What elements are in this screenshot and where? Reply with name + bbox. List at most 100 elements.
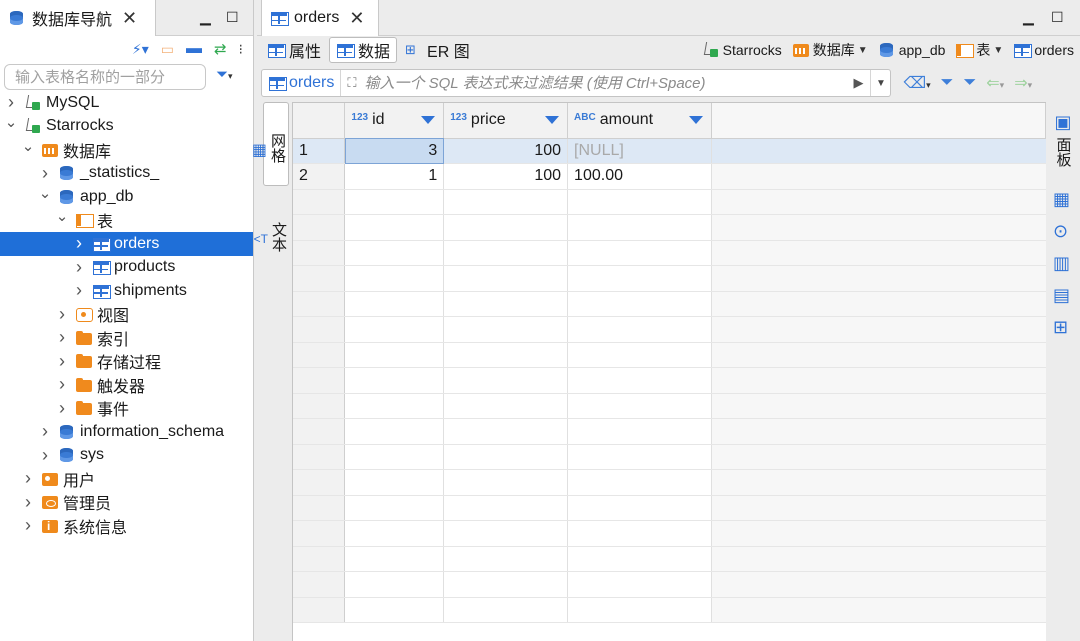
row-number[interactable]: 2: [293, 163, 346, 190]
row-number[interactable]: [293, 265, 346, 292]
row-number[interactable]: [293, 240, 346, 266]
chevron-right-icon[interactable]: ›: [4, 92, 18, 113]
tree-item-[interactable]: ⌄ 数据库: [0, 138, 253, 162]
cell-amount[interactable]: 100.00: [567, 163, 712, 190]
filter-history-dropdown[interactable]: ▼: [870, 70, 890, 96]
tree-item-[interactable]: › 索引: [0, 326, 253, 350]
table-row[interactable]: 1 3 100 [NULL]: [293, 138, 1046, 164]
row-number[interactable]: [293, 214, 346, 241]
row-number[interactable]: [293, 367, 346, 394]
sort-icon[interactable]: [421, 116, 436, 124]
chevron-right-icon[interactable]: ›: [55, 351, 69, 372]
chevron-down-icon[interactable]: ⌄: [21, 137, 35, 155]
tree-item-products[interactable]: › products: [0, 256, 253, 280]
tree-item-[interactable]: › 系统信息: [0, 514, 253, 538]
row-number[interactable]: [293, 546, 346, 572]
tree-item-information_schema[interactable]: › information_schema: [0, 420, 253, 444]
filter-options-icon[interactable]: ⏷▾: [216, 66, 250, 88]
row-number[interactable]: [293, 189, 346, 215]
tree-item-[interactable]: › 存储过程: [0, 350, 253, 374]
close-icon[interactable]: ✕: [349, 8, 364, 29]
expand-icon[interactable]: ⛶: [341, 75, 358, 91]
chevron-right-icon[interactable]: ›: [72, 280, 86, 301]
new-connection-icon[interactable]: ⚡▾: [132, 41, 149, 58]
tree-item-[interactable]: › 触发器: [0, 373, 253, 397]
subtab-properties[interactable]: 属性: [261, 37, 327, 63]
chevron-right-icon[interactable]: ›: [38, 163, 52, 184]
minimize-icon[interactable]: ▁: [1023, 9, 1034, 26]
column-header-price[interactable]: 123 price: [443, 103, 569, 139]
sort-icon[interactable]: [545, 116, 560, 124]
column-header-amount[interactable]: ABC amount: [567, 103, 712, 139]
link-editor-icon[interactable]: ⇄: [214, 40, 227, 58]
row-number[interactable]: 1: [293, 138, 346, 164]
row-number[interactable]: [293, 418, 346, 445]
tree-item-[interactable]: › 视图: [0, 303, 253, 327]
back-icon[interactable]: ⇐▾: [986, 73, 1004, 93]
row-number[interactable]: [293, 469, 346, 496]
tree-item-shipments[interactable]: › shipments: [0, 279, 253, 303]
chevron-down-icon[interactable]: ⌄: [55, 207, 69, 225]
grid-corner[interactable]: [293, 103, 346, 139]
collapse-all-icon[interactable]: ▬: [186, 40, 202, 58]
tree-item-[interactable]: › 用户: [0, 467, 253, 491]
calculator-icon[interactable]: ⊙: [1053, 221, 1073, 241]
row-number[interactable]: [293, 393, 346, 419]
subtab-data[interactable]: 数据: [329, 37, 398, 63]
new-folder-icon[interactable]: ▭: [161, 41, 174, 58]
minimize-icon[interactable]: ▁: [200, 9, 211, 26]
row-number[interactable]: [293, 444, 346, 470]
chevron-right-icon[interactable]: ›: [72, 233, 86, 254]
eraser-icon[interactable]: ⌫▾: [903, 73, 930, 93]
chevron-down-icon[interactable]: ⌄: [4, 113, 18, 131]
tree-item-orders[interactable]: › orders: [0, 232, 253, 256]
chevron-right-icon[interactable]: ›: [55, 304, 69, 325]
editor-tab-orders[interactable]: orders ✕: [261, 0, 379, 36]
breadcrumb-table[interactable]: orders: [1007, 42, 1074, 58]
chevron-right-icon[interactable]: ›: [55, 374, 69, 395]
record-icon[interactable]: ▤: [1053, 285, 1073, 305]
breadcrumb-tables[interactable]: 表 ▼: [949, 40, 1003, 60]
chevron-right-icon[interactable]: ›: [55, 398, 69, 419]
sort-icon[interactable]: [688, 116, 703, 124]
view-tab-text[interactable]: 文本 <T: [254, 200, 289, 270]
column-icon[interactable]: ▥: [1053, 253, 1073, 273]
maximize-icon[interactable]: ☐: [1051, 9, 1064, 26]
row-number[interactable]: [293, 520, 346, 547]
chevron-right-icon[interactable]: ›: [21, 468, 35, 489]
view-tab-grid[interactable]: 网格 ▦: [252, 102, 289, 186]
grouping-icon[interactable]: ⊞: [1053, 317, 1073, 337]
chevron-right-icon[interactable]: ›: [21, 492, 35, 513]
filter-settings-icon[interactable]: ⏷: [941, 74, 954, 92]
maximize-icon[interactable]: ☐: [226, 9, 239, 26]
row-number[interactable]: [293, 316, 346, 343]
chevron-down-icon[interactable]: ▼: [858, 45, 868, 56]
tree-item-_statistics_[interactable]: › _statistics_: [0, 162, 253, 186]
cell-id[interactable]: 3: [344, 138, 445, 164]
results-grid[interactable]: 123 id 123 price ABC amount 1 3 100 [NULL] 2 1 100 1…: [292, 102, 1046, 641]
chevron-right-icon[interactable]: ›: [55, 327, 69, 348]
panels-toggle[interactable]: ▣ 面板: [1053, 112, 1074, 167]
chevron-right-icon[interactable]: ›: [38, 421, 52, 442]
chevron-right-icon[interactable]: ›: [38, 445, 52, 466]
tree-item-MySQL[interactable]: › MySQL: [0, 91, 253, 115]
breadcrumb-connection[interactable]: Starrocks: [696, 42, 782, 58]
chevron-down-icon[interactable]: ▼: [993, 45, 1003, 56]
breadcrumb-databases[interactable]: 数据库 ▼: [786, 40, 868, 60]
table-row[interactable]: 2 1 100 100.00: [293, 163, 1046, 190]
apply-filter-icon[interactable]: ▶: [846, 75, 870, 91]
tree-item-Starrocks[interactable]: ⌄ Starrocks: [0, 113, 253, 139]
filter-expression-input[interactable]: [358, 70, 847, 96]
cell-price[interactable]: 100: [443, 163, 569, 190]
tree-item-[interactable]: › 管理员: [0, 491, 253, 515]
navigator-filter-input[interactable]: [4, 64, 206, 90]
row-number[interactable]: [293, 571, 346, 598]
row-number[interactable]: [293, 597, 346, 623]
column-header-id[interactable]: 123 id: [344, 103, 445, 139]
forward-icon[interactable]: ⇒▾: [1014, 73, 1032, 93]
filter-icon[interactable]: ⏷: [963, 74, 976, 92]
row-number[interactable]: [293, 342, 346, 368]
breadcrumb-database[interactable]: app_db: [872, 42, 945, 58]
cell-id[interactable]: 1: [344, 163, 445, 190]
filter-table-selector[interactable]: orders: [262, 70, 342, 96]
